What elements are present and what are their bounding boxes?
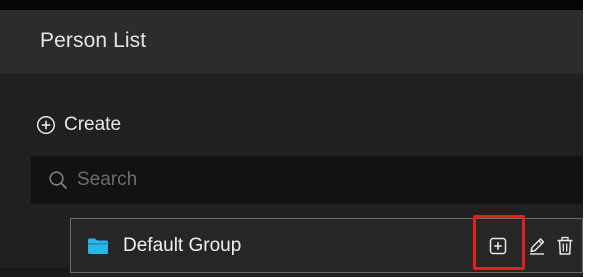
delete-group-button[interactable] <box>553 233 577 259</box>
bottom-edge <box>0 268 70 277</box>
search-icon <box>49 171 67 189</box>
search-input[interactable] <box>77 169 557 191</box>
search-box[interactable] <box>31 156 583 204</box>
pencil-icon <box>530 238 545 255</box>
plus-circle-icon <box>36 115 56 135</box>
top-strip <box>0 0 589 10</box>
panel-header: Person List <box>0 10 583 74</box>
trash-icon <box>557 236 573 255</box>
person-list-panel: Person List Create Default Group <box>0 0 589 277</box>
highlight-box <box>473 215 525 270</box>
edit-group-button[interactable] <box>525 233 549 259</box>
right-edge <box>583 0 589 277</box>
create-button[interactable]: Create <box>36 112 121 138</box>
folder-icon <box>88 238 108 254</box>
create-label: Create <box>64 114 122 135</box>
group-label: Default Group <box>123 235 242 256</box>
panel-title: Person List <box>40 29 147 52</box>
